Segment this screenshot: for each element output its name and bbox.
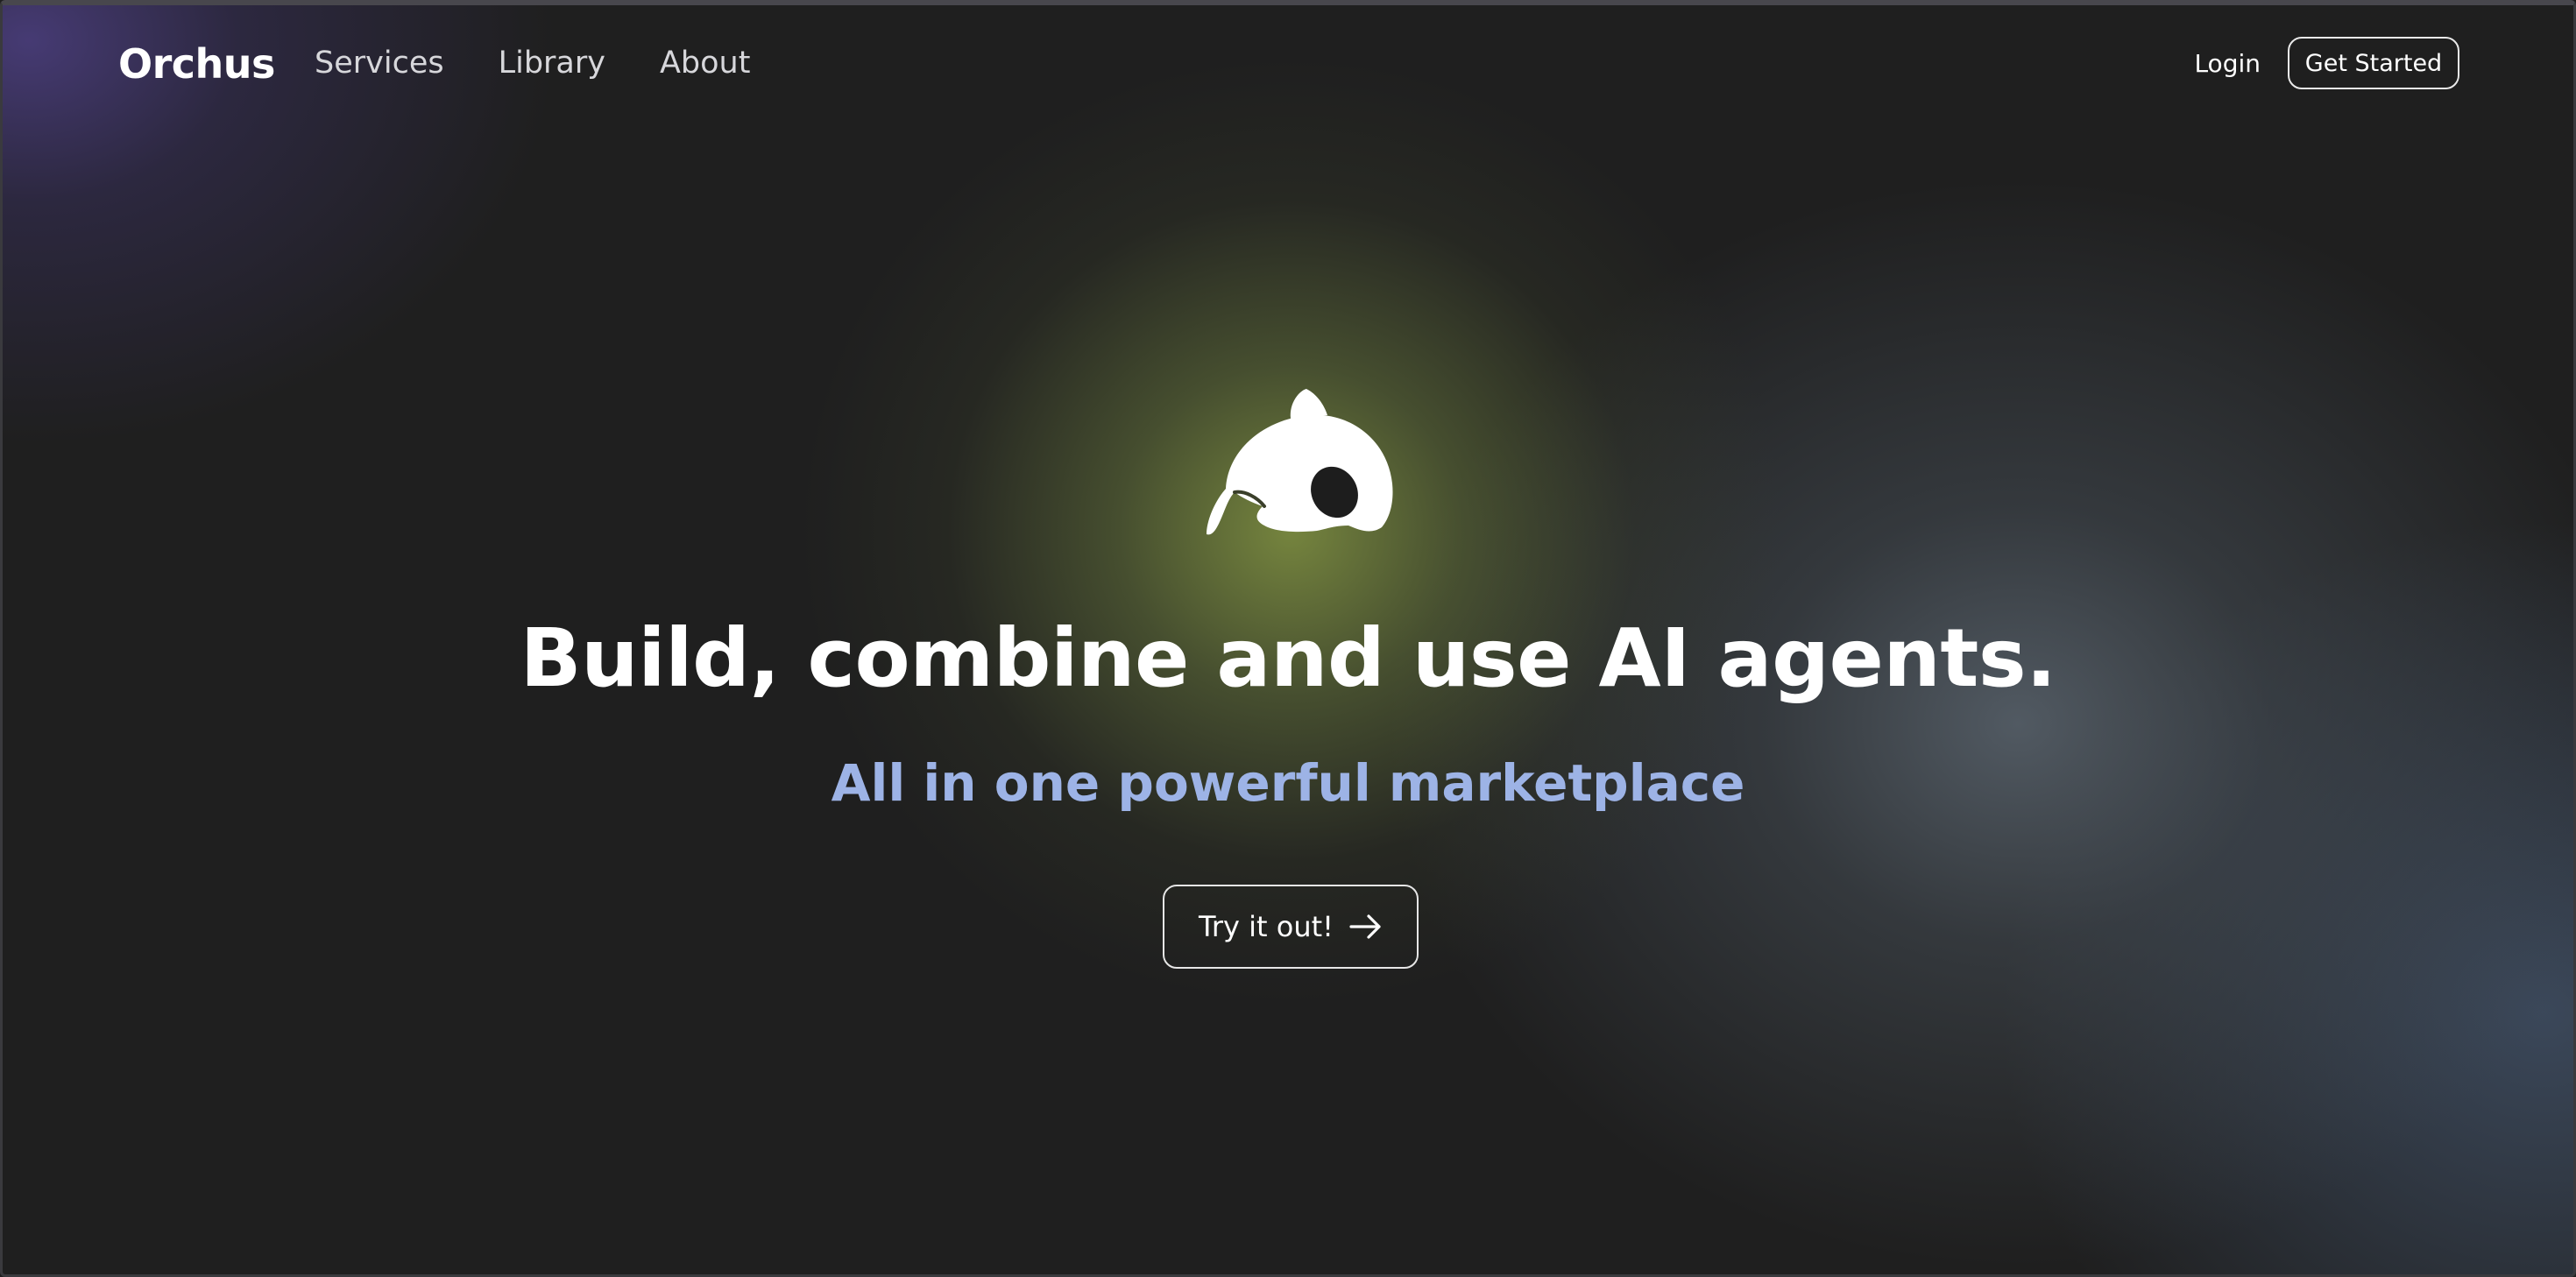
arrow-right-icon <box>1349 914 1381 939</box>
nav-link-about[interactable]: About <box>660 46 750 81</box>
hero-subheadline: All in one powerful marketplace <box>831 753 1745 813</box>
top-nav: Orchus Services Library About Login Get … <box>3 37 2573 93</box>
hero-headline: Build, combine and use AI agents. <box>520 611 2056 705</box>
login-link[interactable]: Login <box>2194 49 2261 78</box>
landing-page: Orchus Services Library About Login Get … <box>0 0 2576 1277</box>
nav-link-services[interactable]: Services <box>315 46 444 81</box>
get-started-button[interactable]: Get Started <box>2288 37 2459 89</box>
nav-links: Services Library About <box>315 46 750 81</box>
nav-link-library[interactable]: Library <box>499 46 605 81</box>
try-it-out-button[interactable]: Try it out! <box>1163 885 1419 969</box>
orca-icon <box>1207 389 1393 535</box>
try-it-out-label: Try it out! <box>1199 910 1334 943</box>
brand-logo[interactable]: Orchus <box>118 40 275 88</box>
